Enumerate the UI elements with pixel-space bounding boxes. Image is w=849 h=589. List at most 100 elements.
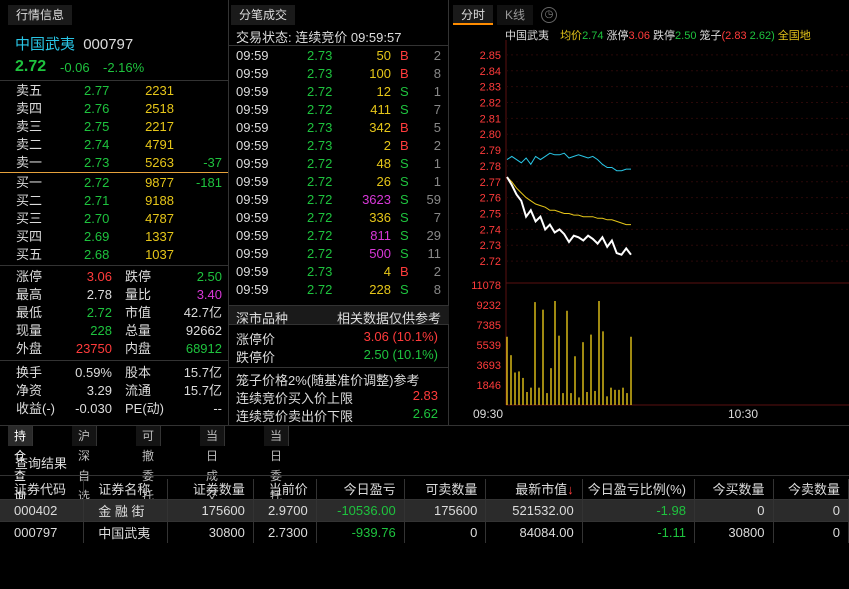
volume-tick: 11078 (471, 280, 501, 292)
stat-label: 净资 (16, 383, 43, 398)
stock-code: 000797 (83, 36, 134, 53)
stat-row: 换手 0.59% 股本 15.7亿 (0, 364, 229, 382)
table-cell: 0 (694, 498, 774, 521)
tick-time: 09:59 (236, 228, 269, 243)
bid-level[interactable]: 买四 2.69 1337 (0, 228, 229, 246)
tick-count: 11 (427, 246, 442, 261)
tick-count: 7 (433, 210, 441, 225)
tick-count: 59 (426, 192, 441, 207)
tab-3[interactable]: 当日成交 (200, 426, 226, 503)
tick-volume: 3623 (362, 192, 391, 207)
tick-row[interactable]: 09:59 2.73 50 B 2 (229, 47, 449, 65)
table-cell: 30800 (167, 520, 254, 543)
tick-side: B (400, 48, 409, 63)
stat-label: 市值 (125, 305, 152, 320)
table-cell: 84084.00 (485, 520, 583, 543)
table-row[interactable]: 000402 金 融 街 175600 2.9700 -10536.00 175600 52… (0, 498, 849, 521)
tick-volume: 26 (376, 174, 391, 189)
tab-2[interactable]: 可撤委托 (136, 426, 162, 503)
stat-value: -- (213, 401, 222, 416)
position-table: 证券代码 证券名称 证券数量 当前价 今日盈亏 可卖数量 最新市值↓ 今日盈亏比例(%) 今买数… (0, 479, 849, 543)
tab-ticks[interactable]: 分笔成交 (231, 5, 296, 25)
limit-down-value: 2.50 (10.1%) (363, 347, 438, 362)
tab-0[interactable]: 持仓查询 (8, 426, 34, 503)
tab-quote-info[interactable]: 行情信息 (8, 5, 73, 25)
column-header[interactable]: 证券数量 (167, 479, 254, 499)
column-header[interactable]: 最新市值↓ (485, 479, 583, 499)
stat-row: 最高 2.78 量比 3.40 (0, 286, 229, 304)
stat-label: 流通 (125, 383, 152, 398)
table-cell: -1.98 (582, 498, 695, 521)
tick-row[interactable]: 09:59 2.72 3623 S 59 (229, 191, 449, 209)
ask-level[interactable]: 卖三 2.75 2217 (0, 118, 229, 136)
tick-side: S (400, 228, 409, 243)
tick-row[interactable]: 09:59 2.73 342 B 5 (229, 119, 449, 137)
level-volume: 9188 (145, 193, 174, 208)
tab-4[interactable]: 当日委托 (264, 426, 290, 503)
tick-price: 2.73 (307, 264, 333, 279)
column-header[interactable]: 今卖数量 (773, 479, 849, 499)
tick-time: 09:59 (236, 84, 269, 99)
tick-row[interactable]: 09:59 2.72 48 S 1 (229, 155, 449, 173)
price-tick: 2.75 (480, 209, 501, 221)
bid-level[interactable]: 买三 2.70 4787 (0, 210, 229, 228)
column-header[interactable]: 今日盈亏比例(%) (582, 479, 695, 499)
sort-desc-icon: ↓ (567, 482, 574, 498)
ask-level[interactable]: 卖二 2.74 4791 (0, 136, 229, 154)
tick-row[interactable]: 09:59 2.73 4 B 2 (229, 263, 449, 281)
stat-label: 涨停 (16, 269, 43, 284)
stat-value: 0.59% (75, 365, 112, 380)
column-header[interactable]: 今买数量 (694, 479, 774, 499)
tick-row[interactable]: 09:59 2.72 500 S 11 (229, 245, 449, 263)
column-header[interactable]: 可卖数量 (404, 479, 487, 499)
stat-value: 15.7亿 (183, 365, 222, 380)
ask-level[interactable]: 卖一 2.73 5263 -37 (0, 154, 229, 172)
table-cell: 000402 (0, 498, 85, 521)
stat-row: 现量 228 总量 92662 (0, 322, 229, 340)
tick-row[interactable]: 09:59 2.72 411 S 7 (229, 101, 449, 119)
column-header[interactable]: 证券代码 (0, 479, 85, 499)
tick-count: 1 (433, 156, 441, 171)
stat-row: 涨停 3.06 跌停 2.50 (0, 268, 229, 286)
ask-level[interactable]: 卖四 2.76 2518 (0, 100, 229, 118)
tick-count: 5 (433, 120, 441, 135)
bid-level[interactable]: 买二 2.71 9188 (0, 192, 229, 210)
tick-side: S (400, 174, 409, 189)
table-cell: 金 融 街 (83, 498, 169, 521)
tick-row[interactable]: 09:59 2.72 26 S 1 (229, 173, 449, 191)
level-label: 买四 (16, 229, 43, 244)
tick-price: 2.72 (307, 174, 333, 189)
tick-row[interactable]: 09:59 2.73 100 B 8 (229, 65, 449, 83)
level-price: 2.73 (84, 155, 110, 170)
table-cell: 0 (773, 498, 849, 521)
table-row[interactable]: 000797 中国武夷 30800 2.7300 -939.76 0 84084.00 -1.… (0, 520, 849, 543)
tab-1[interactable]: 沪深自选 (72, 426, 98, 503)
tick-price: 2.72 (307, 102, 333, 117)
stat-row: 最低 2.72 市值 42.7亿 (0, 304, 229, 322)
column-header[interactable]: 今日盈亏 (316, 479, 405, 499)
level-label: 卖二 (16, 137, 43, 152)
bid-level[interactable]: 买一 2.72 9877 -181 (0, 174, 229, 192)
stock-name[interactable]: 中国武夷 (15, 36, 75, 53)
stat-label: 外盘 (16, 341, 43, 356)
timeshare-chart[interactable]: 2.85 2.84 2.83 2.82 2.81 2.80 2.79 2.78 2.77 2.76… (449, 0, 849, 425)
level-label: 卖三 (16, 119, 43, 134)
column-header[interactable]: 当前价 (253, 479, 317, 499)
tick-side: B (400, 264, 409, 279)
ask-level[interactable]: 卖五 2.77 2231 (0, 82, 229, 100)
bid-level[interactable]: 买五 2.68 1037 (0, 246, 229, 264)
column-header[interactable]: 证券名称 (83, 479, 169, 499)
tick-volume: 4 (383, 264, 391, 279)
tick-row[interactable]: 09:59 2.72 228 S 8 (229, 281, 449, 299)
tick-price: 2.73 (307, 120, 333, 135)
tick-row[interactable]: 09:59 2.73 2 B 2 (229, 137, 449, 155)
tick-row[interactable]: 09:59 2.72 12 S 1 (229, 83, 449, 101)
stats-table: 涨停 3.06 跌停 2.50 最高 2.78 量比 3.40 最低 2.72 市值 42.7亿 现量 2… (0, 268, 229, 418)
tick-row[interactable]: 09:59 2.72 336 S 7 (229, 209, 449, 227)
tick-volume: 48 (376, 156, 391, 171)
tick-row[interactable]: 09:59 2.72 811 S 29 (229, 227, 449, 245)
tick-list[interactable]: 09:59 2.73 50 B 2 09:59 2.73 100 B 8 09:59 2.72 12 S 1… (229, 47, 449, 302)
price-line (506, 176, 632, 256)
stat-value: 2.50 (196, 269, 222, 284)
order-book: 卖五 2.77 2231 卖四 2.76 2518 卖三 2.75 2217 卖二 2.74 4791… (0, 82, 229, 266)
